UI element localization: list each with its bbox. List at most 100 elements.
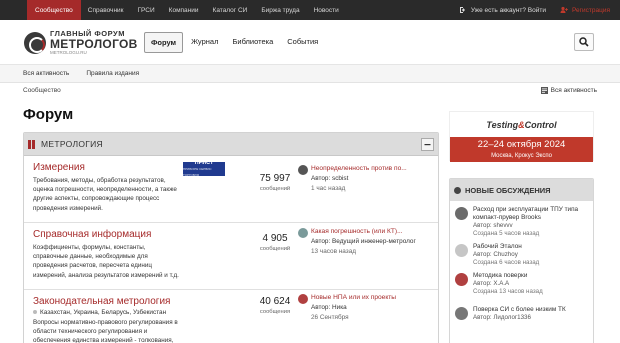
last-post-author[interactable]: Автор: Ника: [311, 304, 431, 311]
last-post-title[interactable]: Какая погрешность (или КТ)...: [311, 228, 431, 235]
post-count: 40 624: [259, 296, 291, 307]
last-post-author[interactable]: Автор: Ведущий инженер-метролог: [311, 238, 431, 245]
discussion-item[interactable]: Расход при эксплуатации ТПУ типа компакт…: [450, 201, 593, 237]
logo-mark-icon: [24, 31, 46, 54]
search-button[interactable]: [574, 33, 594, 51]
last-post-time: 1 час назад: [311, 185, 346, 192]
discussion-author[interactable]: Автор: Лидолог1336: [473, 314, 587, 322]
banner-brand-part1: Testing: [486, 119, 519, 130]
login-label: Уже есть аккаунт? Войти: [470, 6, 546, 14]
site-header: ГЛАВНЫЙ ФОРУМ МЕТРОЛОГОВ METROLOGU.RU Фо…: [0, 20, 620, 65]
forum-node-stats: 40 624 сообщения: [247, 296, 303, 315]
post-count: 75 997: [259, 173, 291, 184]
last-post-time: 13 часов назад: [311, 248, 356, 255]
category-icon: [28, 139, 35, 149]
breadcrumb[interactable]: Сообщество: [23, 87, 61, 94]
widget-header: НОВЫЕ ОБСУЖДЕНИЯ: [450, 179, 593, 201]
topnav-community[interactable]: Сообщество: [27, 0, 81, 20]
discussion-item[interactable]: Рабочий Эталон Автор: Chuzhoy Создана 6 …: [450, 238, 593, 268]
forum-node-desc: Вопросы нормативно-правового регулирован…: [33, 319, 178, 343]
last-post-author[interactable]: Автор: scbist: [311, 175, 431, 182]
avatar[interactable]: [455, 273, 468, 286]
avatar[interactable]: [455, 207, 468, 220]
widget-title: НОВЫЕ ОБСУЖДЕНИЯ: [465, 185, 551, 195]
logo-line3: METROLOGU.RU: [50, 49, 87, 55]
discussion-title[interactable]: Рабочий Эталон: [473, 243, 587, 251]
subforum-link[interactable]: Казахстан: [40, 309, 70, 316]
category-title: МЕТРОЛОГИЯ: [41, 139, 103, 149]
search-icon: [579, 37, 589, 47]
login-link[interactable]: Уже есть аккаунт? Войти: [451, 0, 554, 20]
all-activity-link[interactable]: Вся активность: [540, 87, 597, 94]
nav-events[interactable]: События: [281, 32, 324, 53]
post-count: 4 905: [262, 233, 288, 244]
top-bar: Сообщество Справочник ГРСИ Компании Ката…: [0, 0, 620, 20]
banner-place: Москва, Крокус Экспо: [491, 153, 552, 159]
forum-node-title[interactable]: Законодательная метрология: [33, 296, 179, 308]
discussion-title[interactable]: Расход при эксплуатации ТПУ типа компакт…: [473, 206, 587, 222]
forum-node-title[interactable]: Справочная информация: [33, 229, 179, 241]
discussion-date: Создана 6 часов назад: [473, 259, 540, 266]
topnav-reference[interactable]: Справочник: [81, 0, 131, 20]
discussion-author[interactable]: Автор: shevvv: [473, 222, 587, 230]
last-post-title[interactable]: Новые НПА или их проекты: [311, 294, 431, 301]
topnav-grsi[interactable]: ГРСИ: [131, 0, 162, 20]
discussion-date: Создана 5 часов назад: [473, 230, 540, 237]
nav-journal[interactable]: Журнал: [185, 32, 224, 53]
discussion-author[interactable]: Автор: Х.А.А: [473, 280, 587, 288]
banner-brand-part2: Control: [524, 119, 557, 130]
discussion-author[interactable]: Автор: Chuzhoy: [473, 251, 587, 259]
user-plus-icon: [560, 6, 568, 13]
post-count-label: сообщений: [259, 186, 291, 192]
forum-node: Законодательная метрология Казахстан, Ук…: [24, 290, 438, 343]
last-post: Неопределенность против по... Автор: scb…: [298, 165, 431, 192]
category-block: МЕТРОЛОГИЯ Измерения Требования, методы,…: [23, 132, 439, 343]
sub-nav: Вся активность Правила издания: [0, 65, 620, 83]
topnav-catalog[interactable]: Каталог СИ: [206, 0, 255, 20]
subforum-link[interactable]: Беларусь: [101, 309, 129, 316]
subforum-link[interactable]: Украина: [74, 309, 98, 316]
subnav-rules[interactable]: Правила издания: [86, 70, 139, 77]
banner-dates: 22–24 октября 2024: [477, 139, 566, 150]
topnav-jobs[interactable]: Биржа труда: [254, 0, 306, 20]
last-post: Какая погрешность (или КТ)... Автор: Вед…: [298, 228, 431, 255]
discussion-title[interactable]: Поверка СИ с более низким ТК: [473, 306, 587, 314]
subforum-list: Казахстан, Украина, Беларусь, Узбекистан: [33, 309, 179, 316]
last-post-avatar[interactable]: [298, 228, 308, 238]
forum-node-desc: Коэффициенты, формулы, константы, справо…: [33, 244, 179, 279]
discussion-item[interactable]: Поверка СИ с более низким ТК Автор: Лидо…: [450, 301, 593, 331]
minus-icon: [424, 143, 431, 145]
discussion-title[interactable]: Методика поверки: [473, 272, 587, 280]
register-link[interactable]: Регистрация: [554, 0, 620, 20]
forum-node-stats: 75 997 сообщений: [247, 173, 303, 192]
sign-in-icon: [459, 7, 465, 13]
site-logo[interactable]: ГЛАВНЫЙ ФОРУМ МЕТРОЛОГОВ METROLOGU.RU: [24, 30, 138, 55]
event-banner[interactable]: Testing&Control 22–24 октября 2024 Москв…: [449, 111, 594, 162]
topnav-companies[interactable]: Компании: [162, 0, 206, 20]
last-post-avatar[interactable]: [298, 165, 308, 175]
forum-node: Справочная информация Коэффициенты, форм…: [24, 223, 438, 290]
last-post-avatar[interactable]: [298, 294, 308, 304]
collapse-button[interactable]: [421, 137, 434, 151]
nav-library[interactable]: Библиотека: [226, 32, 279, 53]
avatar[interactable]: [455, 307, 468, 320]
forum-node-title[interactable]: Измерения: [33, 162, 179, 174]
subforum-link[interactable]: Узбекистан: [133, 309, 166, 316]
discussion-date: Создана 13 часов назад: [473, 288, 543, 295]
new-discussions-widget: НОВЫЕ ОБСУЖДЕНИЯ Расход при эксплуатации…: [449, 178, 594, 343]
logo-line2: МЕТРОЛОГОВ: [50, 36, 138, 51]
topnav-news[interactable]: Новости: [307, 0, 346, 20]
subnav-all-activity[interactable]: Вся активность: [23, 70, 69, 77]
last-post-time: 26 Сентября: [311, 314, 349, 321]
sponsor-logo[interactable]: ПРИСТ ПРИБОРЫ СЕРВИС ТОРГОВЛЯ: [183, 160, 225, 177]
avatar[interactable]: [455, 244, 468, 257]
last-post-title[interactable]: Неопределенность против по...: [311, 165, 431, 172]
last-post: Новые НПА или их проекты Автор: Ника 26 …: [298, 294, 431, 321]
nav-forum[interactable]: Форум: [144, 32, 184, 53]
discussion-item[interactable]: Методика поверки Автор: Х.А.А Создана 13…: [450, 267, 593, 297]
forum-node: Измерения Требования, методы, обработка …: [24, 156, 438, 223]
activity-feed-icon: [540, 87, 548, 94]
post-count-label: сообщения: [259, 309, 291, 315]
widget-icon: [454, 186, 461, 194]
bullet-icon: [33, 310, 37, 314]
